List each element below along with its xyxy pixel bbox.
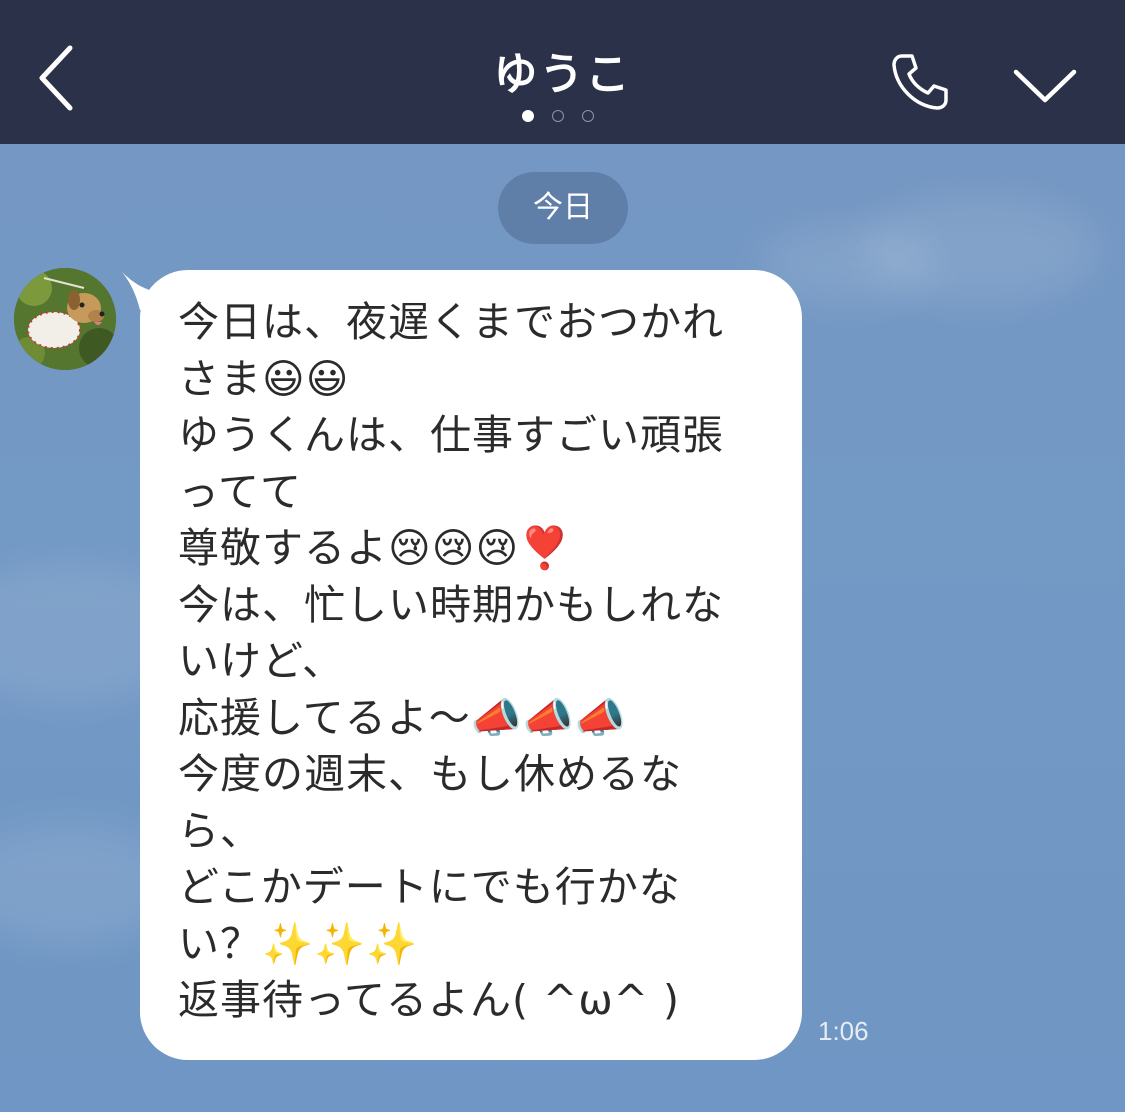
date-separator: 今日 (498, 172, 628, 244)
message-text-line: 返事待ってるよん( ^ω^ ) (178, 976, 681, 1024)
chat-header: ゆうこ (0, 0, 1125, 144)
message-text-line: いけど、 (178, 637, 344, 685)
chevron-down-icon (1013, 69, 1077, 103)
message-text-line: さま😃😃 (178, 354, 350, 403)
contact-name[interactable]: ゆうこ (0, 38, 1125, 102)
phone-icon (892, 54, 948, 110)
avatar[interactable] (14, 268, 116, 370)
message-text-line: 尊敬するよ😢😢😢❣️ (178, 524, 572, 572)
message-text-line: ってて (178, 467, 302, 516)
message-text-line: ら、 (178, 806, 262, 855)
message-time: 1:06 (818, 1016, 869, 1046)
page-dot (552, 110, 564, 122)
page-dot-active (522, 110, 534, 122)
message-text-line: 今度の週末、もし休めるな (178, 750, 682, 798)
menu-button[interactable] (1010, 60, 1080, 110)
message-text-line: 今日は、夜遅くまでおつかれ (178, 298, 724, 346)
page-indicator (522, 110, 594, 122)
dog-avatar (14, 268, 116, 370)
message-text-line: どこかデートにでも行かな (178, 863, 681, 911)
call-button[interactable] (888, 50, 952, 114)
message-text-line: 今は、忙しい時期かもしれな (178, 580, 724, 629)
message-bubble[interactable]: 今日は、夜遅くまでおつかれ さま😃😃 ゆうくんは、仕事すごい頑張 ってて 尊敬す… (140, 270, 802, 1060)
message-text-line: ゆうくんは、仕事すごい頑張 (178, 411, 724, 459)
message-text-line: 応援してるよ〜📣📣📣 (178, 693, 627, 742)
page-dot (582, 110, 594, 122)
message-text-line: い？✨✨✨ (178, 919, 419, 968)
